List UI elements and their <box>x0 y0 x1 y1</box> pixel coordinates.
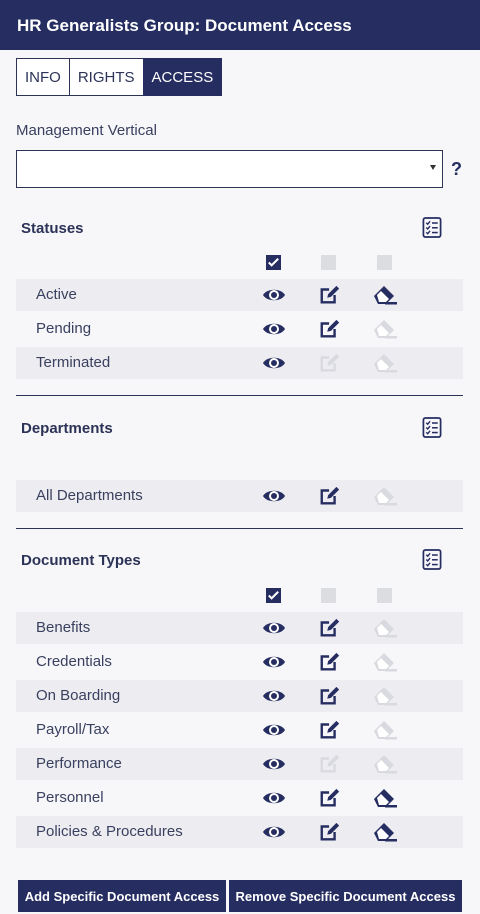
section-divider <box>16 395 463 396</box>
view-eye-icon[interactable] <box>262 821 286 843</box>
remove-specific-access-button[interactable]: Remove Specific Document Access <box>229 880 462 912</box>
add-specific-access-button[interactable]: Add Specific Document Access <box>18 880 226 912</box>
status-row-terminated: Terminated <box>16 347 463 379</box>
eraser-icon[interactable] <box>373 821 397 843</box>
row-label: Performance <box>36 755 122 772</box>
row-label: Pending <box>36 320 92 337</box>
checkmark-icon <box>266 255 281 270</box>
departments-title: Departments <box>21 420 113 437</box>
row-label: Credentials <box>36 653 112 670</box>
statuses-delete-all-checkbox[interactable] <box>377 255 392 270</box>
edit-icon[interactable] <box>318 685 342 707</box>
row-label: On Boarding <box>36 687 121 704</box>
edit-icon[interactable] <box>318 821 342 843</box>
edit-icon[interactable] <box>318 485 342 507</box>
status-row-pending: Pending <box>16 313 463 345</box>
view-eye-icon[interactable] <box>262 753 286 775</box>
edit-icon[interactable] <box>318 651 342 673</box>
eraser-icon[interactable] <box>373 719 397 741</box>
row-label: Payroll/Tax <box>36 721 110 738</box>
view-eye-icon[interactable] <box>262 485 286 507</box>
document-types-title: Document Types <box>21 552 141 569</box>
view-eye-icon[interactable] <box>262 352 286 374</box>
edit-icon[interactable] <box>318 318 342 340</box>
page-title: HR Generalists Group: Document Access <box>17 16 352 35</box>
view-eye-icon[interactable] <box>262 318 286 340</box>
view-eye-icon[interactable] <box>262 651 286 673</box>
page-header: HR Generalists Group: Document Access <box>0 0 480 50</box>
doctype-row-benefits: Benefits <box>16 612 463 644</box>
section-divider <box>16 528 463 529</box>
statuses-title: Statuses <box>21 220 84 237</box>
eraser-icon[interactable] <box>373 485 397 507</box>
row-label: Terminated <box>36 354 111 371</box>
view-eye-icon[interactable] <box>262 617 286 639</box>
statuses-view-all-checkbox[interactable] <box>266 255 281 270</box>
view-eye-icon[interactable] <box>262 719 286 741</box>
eraser-icon[interactable] <box>373 753 397 775</box>
row-label: Personnel <box>36 789 104 806</box>
edit-icon[interactable] <box>318 352 342 374</box>
eraser-icon[interactable] <box>373 685 397 707</box>
view-eye-icon[interactable] <box>262 284 286 306</box>
management-vertical-select[interactable] <box>16 150 443 188</box>
tab-access[interactable]: ACCESS <box>142 58 223 96</box>
edit-icon[interactable] <box>318 753 342 775</box>
edit-icon[interactable] <box>318 284 342 306</box>
tab-info[interactable]: INFO <box>16 58 69 96</box>
dropdown-caret-icon <box>430 165 436 170</box>
row-label: All Departments <box>36 487 143 504</box>
management-vertical-label: Management Vertical <box>16 122 157 139</box>
doctypes-edit-all-checkbox[interactable] <box>321 588 336 603</box>
select-list-icon[interactable] <box>422 549 442 570</box>
select-list-icon[interactable] <box>422 417 442 438</box>
eraser-icon[interactable] <box>373 318 397 340</box>
eraser-icon[interactable] <box>373 787 397 809</box>
status-row-active: Active <box>16 279 463 311</box>
doctype-row-performance: Performance <box>16 748 463 780</box>
doctype-row-payroll-tax: Payroll/Tax <box>16 714 463 746</box>
select-list-icon[interactable] <box>422 217 442 238</box>
row-label: Benefits <box>36 619 91 636</box>
doctype-row-credentials: Credentials <box>16 646 463 678</box>
help-icon[interactable]: ? <box>451 159 462 180</box>
doctype-row-policies-procedures: Policies & Procedures <box>16 816 463 848</box>
view-eye-icon[interactable] <box>262 787 286 809</box>
eraser-icon[interactable] <box>373 284 397 306</box>
checkmark-icon <box>266 588 281 603</box>
edit-icon[interactable] <box>318 787 342 809</box>
row-label: Active <box>36 286 77 303</box>
tab-rights[interactable]: RIGHTS <box>68 58 143 96</box>
department-row-all: All Departments <box>16 480 463 512</box>
doctype-row-on-boarding: On Boarding <box>16 680 463 712</box>
doctype-row-personnel: Personnel <box>16 782 463 814</box>
doctypes-view-all-checkbox[interactable] <box>266 588 281 603</box>
edit-icon[interactable] <box>318 719 342 741</box>
statuses-edit-all-checkbox[interactable] <box>321 255 336 270</box>
edit-icon[interactable] <box>318 617 342 639</box>
view-eye-icon[interactable] <box>262 685 286 707</box>
eraser-icon[interactable] <box>373 617 397 639</box>
doctypes-delete-all-checkbox[interactable] <box>377 588 392 603</box>
row-label: Policies & Procedures <box>36 823 183 840</box>
eraser-icon[interactable] <box>373 352 397 374</box>
eraser-icon[interactable] <box>373 651 397 673</box>
tab-bar: INFO RIGHTS ACCESS <box>16 58 223 96</box>
